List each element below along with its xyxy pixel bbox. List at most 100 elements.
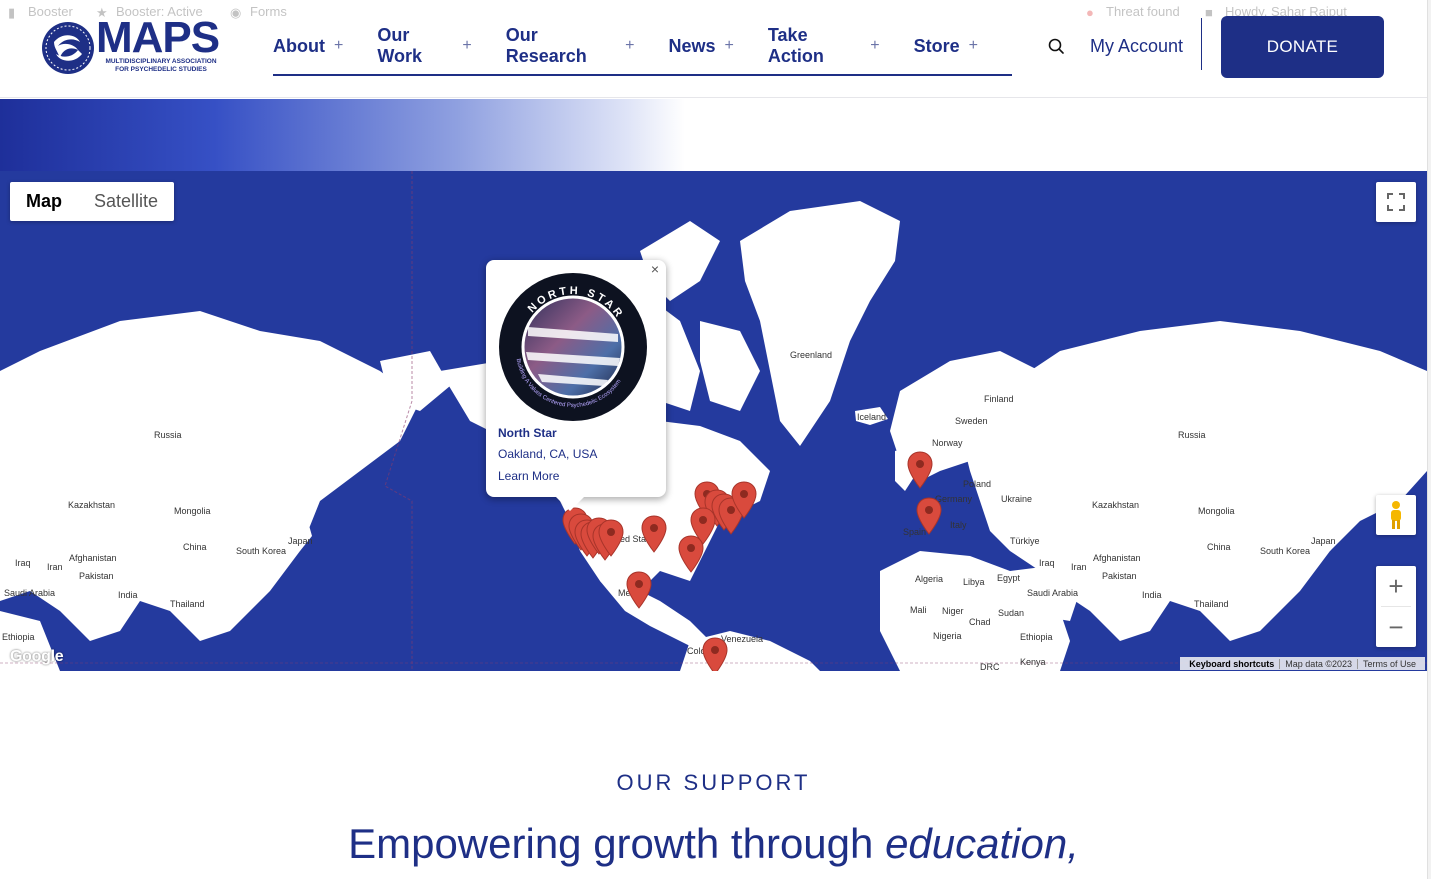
fullscreen-button[interactable] xyxy=(1376,182,1416,222)
country-label: Sudan xyxy=(998,608,1025,618)
country-label: Thailand xyxy=(170,599,205,609)
nav-label: Store xyxy=(913,35,960,56)
nav-item-our-research[interactable]: Our Research + xyxy=(505,25,635,66)
map-attribution: Keyboard shortcuts Map data ©2023 Terms … xyxy=(1180,657,1425,670)
maps-logo[interactable]: MAPS MULTIDISCIPLINARY ASSOCIATION FOR P… xyxy=(40,16,225,76)
map-container[interactable]: Greenland Iceland Finland Sweden Norway … xyxy=(0,171,1427,671)
country-label: Norway xyxy=(932,438,963,448)
country-label: India xyxy=(118,590,138,600)
map-marker[interactable] xyxy=(702,637,728,671)
country-label: Thailand xyxy=(1194,599,1229,609)
country-label: Iceland xyxy=(857,412,887,422)
nav-item-news[interactable]: News + xyxy=(669,26,734,66)
map-marker[interactable] xyxy=(731,481,757,519)
country-label: Ethiopia xyxy=(2,632,35,642)
zoom-control: + − xyxy=(1376,566,1416,647)
north-star-logo: NORTH STAR Building A Values Centered Ps… xyxy=(499,273,647,421)
heading-italic-text: education, xyxy=(885,820,1079,867)
terms-of-use-link[interactable]: Terms of Use xyxy=(1358,659,1421,669)
donate-button[interactable]: DONATE xyxy=(1221,16,1384,78)
nav-label: Take Action xyxy=(767,25,824,66)
map-pin-icon xyxy=(678,535,704,573)
country-label: Kazakhstan xyxy=(68,500,116,510)
maps-logo-icon xyxy=(42,22,94,74)
nav-item-store[interactable]: Store + xyxy=(914,26,978,66)
country-label: Kenya xyxy=(1020,657,1046,667)
plus-icon: + xyxy=(333,37,344,54)
nav-label: News xyxy=(668,35,716,56)
country-label: South Korea xyxy=(1260,546,1311,556)
plus-icon: + xyxy=(870,37,880,54)
country-label: China xyxy=(183,542,207,552)
country-label: Greenland xyxy=(790,350,833,360)
country-label: Ukraine xyxy=(1001,494,1033,504)
page-scrollbar[interactable] xyxy=(1427,0,1431,879)
close-icon[interactable]: × xyxy=(648,262,662,276)
country-label: Pakistan xyxy=(79,571,114,581)
country-label: Japan xyxy=(1311,536,1336,546)
logo-tagline: MULTIDISCIPLINARY ASSOCIATION FOR PSYCHE… xyxy=(98,58,224,74)
country-label: Afghanistan xyxy=(69,553,117,563)
country-label: Poland xyxy=(963,479,992,489)
learn-more-link[interactable]: Learn More xyxy=(498,469,559,483)
map-marker[interactable] xyxy=(626,571,652,609)
country-label: Egypt xyxy=(997,573,1021,583)
nav-item-take-action[interactable]: Take Action + xyxy=(767,25,880,66)
map-pin-icon xyxy=(907,451,933,489)
country-label: China xyxy=(1207,542,1231,552)
keyboard-shortcuts-link[interactable]: Keyboard shortcuts xyxy=(1184,659,1279,669)
my-account-link[interactable]: My Account xyxy=(1090,36,1183,57)
map-marker[interactable] xyxy=(907,451,933,489)
zoom-in-button[interactable]: + xyxy=(1376,566,1416,606)
plus-icon: + xyxy=(968,37,978,54)
section-heading: Empowering growth through education, xyxy=(0,820,1427,868)
country-label: Saudi Arabia xyxy=(4,588,56,598)
main-nav: About + Our Work + Our Research + News +… xyxy=(273,25,1012,76)
map-pin-icon xyxy=(916,497,942,535)
map-land xyxy=(0,171,1427,671)
zoom-out-button[interactable]: − xyxy=(1376,607,1416,647)
nav-item-our-work[interactable]: Our Work + xyxy=(377,25,472,66)
nav-item-about[interactable]: About + xyxy=(273,26,343,66)
map-marker[interactable] xyxy=(598,519,624,557)
street-view-pegman[interactable] xyxy=(1376,495,1416,535)
country-label: Japan xyxy=(288,536,313,546)
map-type-control: Map Satellite xyxy=(10,182,175,221)
site-header: MAPS MULTIDISCIPLINARY ASSOCIATION FOR P… xyxy=(0,0,1427,98)
country-label: Chad xyxy=(969,617,991,627)
map-type-map-button[interactable]: Map xyxy=(10,182,78,221)
country-label: Iraq xyxy=(1039,558,1055,568)
country-label: Saudi Arabia xyxy=(1027,588,1079,598)
search-icon xyxy=(1048,38,1064,54)
country-label: South Korea xyxy=(236,546,287,556)
country-label: Algeria xyxy=(915,574,944,584)
country-label: Mongolia xyxy=(1198,506,1235,516)
map-marker[interactable] xyxy=(678,535,704,573)
country-label: Finland xyxy=(984,394,1014,404)
nav-label: Our Research xyxy=(505,25,587,66)
country-label: Nigeria xyxy=(933,631,962,641)
map-pin-icon xyxy=(641,515,667,553)
map-data-credit: Map data ©2023 xyxy=(1285,658,1352,669)
info-window-location: Oakland, CA, USA xyxy=(498,447,598,461)
pegman-icon xyxy=(1391,501,1401,529)
map-pin-icon xyxy=(731,481,757,519)
map-type-satellite-button[interactable]: Satellite xyxy=(78,182,175,221)
map-marker[interactable] xyxy=(916,497,942,535)
plus-icon: + xyxy=(462,37,472,54)
country-label: Niger xyxy=(942,606,964,616)
search-button[interactable] xyxy=(1046,36,1068,58)
nav-label: Our Work xyxy=(377,25,423,66)
gradient-banner xyxy=(0,99,1427,171)
country-label: Türkiye xyxy=(1010,536,1040,546)
country-label: Mali xyxy=(910,605,927,615)
country-label: Iraq xyxy=(15,558,31,568)
header-divider xyxy=(1201,18,1202,70)
country-label: Sweden xyxy=(955,416,988,426)
country-label: Russia xyxy=(1178,430,1206,440)
country-label: Iran xyxy=(47,562,63,572)
plus-icon: + xyxy=(625,37,635,54)
map-marker[interactable] xyxy=(641,515,667,553)
google-logo: Google xyxy=(10,648,64,665)
fullscreen-icon xyxy=(1387,193,1405,211)
